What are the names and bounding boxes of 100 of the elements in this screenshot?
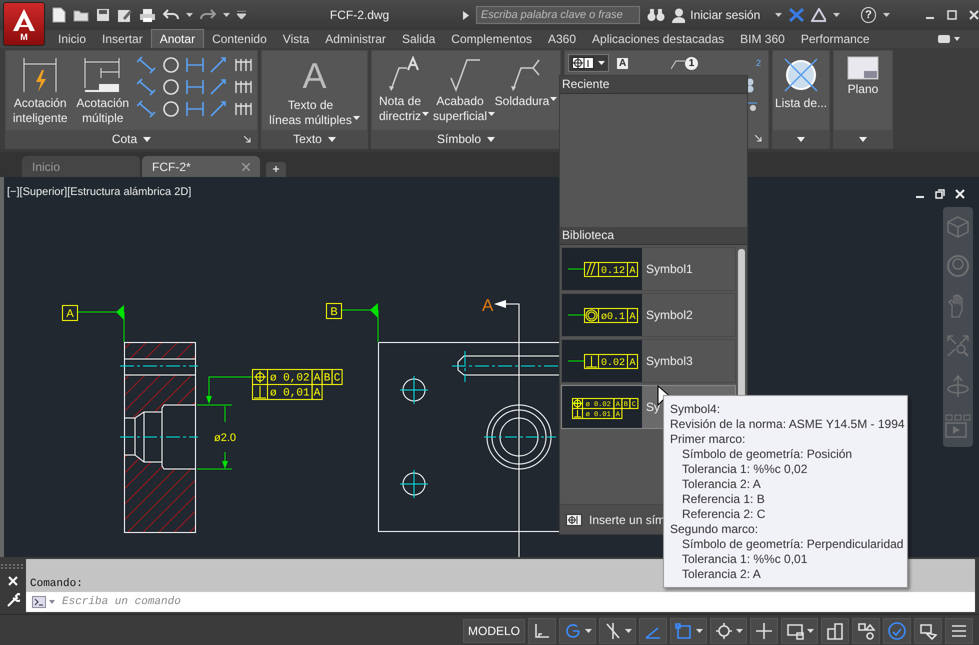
- restore-icon[interactable]: [935, 189, 945, 199]
- dimension-tool-icon[interactable]: [209, 100, 229, 118]
- viewport-controls-label[interactable]: [−][Superior][Estructura alámbrica 2D]: [7, 186, 192, 198]
- caret-icon[interactable]: [797, 136, 805, 142]
- dimension-tool-icon[interactable]: [233, 78, 253, 96]
- status-toggle-button[interactable]: [639, 618, 667, 644]
- grid-toggle-icon[interactable]: [532, 621, 552, 641]
- caret-icon[interactable]: [807, 628, 814, 634]
- caret-icon[interactable]: [775, 12, 782, 18]
- search-field[interactable]: Escriba palabra clave o frase: [476, 6, 640, 24]
- status-toggle-button[interactable]: [852, 618, 880, 644]
- user-icon[interactable]: [672, 8, 686, 22]
- status-toggle-button[interactable]: [670, 618, 707, 644]
- dialog-launcher-icon[interactable]: [244, 136, 251, 143]
- text-style-icon[interactable]: A: [617, 58, 628, 68]
- symbol-tool-button[interactable]: Nota de directriz: [376, 54, 432, 126]
- ribbon-tab[interactable]: Vista: [274, 30, 318, 48]
- wrench-icon[interactable]: [6, 593, 20, 608]
- ribbon-tab[interactable]: Contenido: [204, 30, 275, 48]
- tolerance-symbol-button[interactable]: [568, 54, 609, 72]
- status-toggle-button[interactable]: [599, 618, 636, 644]
- balloon-tool-button[interactable]: 1: [670, 56, 698, 70]
- dimension-tool-icon[interactable]: [137, 56, 157, 74]
- status-toggle-button[interactable]: [914, 618, 942, 644]
- caret-icon[interactable]: [832, 12, 840, 18]
- panel-title[interactable]: Símbolo: [436, 132, 482, 146]
- status-toggle-button[interactable]: [559, 618, 596, 644]
- sign-in-link[interactable]: Iniciar sesión: [690, 8, 760, 22]
- expand-arrow-icon[interactable]: [463, 10, 469, 20]
- dimension-tool-icon[interactable]: [137, 100, 157, 118]
- dimension-tool-icon[interactable]: [233, 56, 253, 74]
- status-toggle-button[interactable]: [883, 618, 911, 644]
- new-file-icon[interactable]: [52, 7, 66, 23]
- shapes-toggle-icon[interactable]: [856, 621, 876, 641]
- caret-icon[interactable]: [736, 628, 743, 634]
- command-input-field[interactable]: Escriba un comando: [56, 592, 975, 612]
- dimension-tool-icon[interactable]: [161, 78, 181, 96]
- ribbon-tab[interactable]: BIM 360: [732, 30, 793, 48]
- caret-icon[interactable]: [859, 136, 867, 142]
- dimension-tool-icon[interactable]: [185, 100, 205, 118]
- caret-icon[interactable]: [883, 12, 890, 18]
- symbol-tool-button[interactable]: Soldadura: [496, 54, 556, 111]
- smart-dimension-button[interactable]: Acotación inteligente: [10, 54, 70, 128]
- ribbon-tab[interactable]: Inicio: [50, 30, 94, 48]
- caret-icon[interactable]: [625, 628, 632, 634]
- ribbon-tab[interactable]: Complementos: [443, 30, 540, 48]
- multiline-text-button[interactable]: A Texto de líneas múltiples: [266, 54, 363, 130]
- status-toggle-button[interactable]: [750, 618, 778, 644]
- print-icon[interactable]: [139, 8, 156, 22]
- save-as-icon[interactable]: [117, 8, 132, 22]
- gear-toggle-icon[interactable]: [714, 621, 734, 641]
- caret-icon[interactable]: [328, 136, 336, 142]
- dimension-tool-icon[interactable]: [161, 56, 181, 74]
- workspace-toggle-icon[interactable]: [785, 621, 805, 641]
- ribbon-tab[interactable]: A360: [540, 30, 584, 48]
- isolate-toggle-icon[interactable]: [825, 621, 845, 641]
- sheet-button[interactable]: Plano: [838, 54, 888, 99]
- grip-icon[interactable]: [1, 564, 25, 569]
- tolerance-frame-icon[interactable]: [566, 514, 582, 526]
- file-tab[interactable]: FCF-2*: [142, 156, 260, 177]
- symbol-list-item[interactable]: 0.02 A Symbol3: [561, 339, 736, 383]
- help-button[interactable]: ?: [860, 7, 876, 23]
- symbol-list-item[interactable]: 0.12 A Symbol1: [561, 247, 736, 291]
- hardware-toggle-icon[interactable]: [918, 621, 938, 641]
- caret-icon[interactable]: [223, 12, 230, 18]
- maximize-icon[interactable]: [947, 10, 958, 20]
- plus-toggle-icon[interactable]: [754, 621, 774, 641]
- caret-icon[interactable]: [696, 628, 703, 634]
- ribbon-tab[interactable]: Administrar: [317, 30, 394, 48]
- status-toggle-button[interactable]: [821, 618, 849, 644]
- undo-icon[interactable]: [163, 9, 179, 21]
- dialog-launcher-icon[interactable]: [755, 135, 762, 142]
- ribbon-tab[interactable]: Aplicaciones destacadas: [584, 30, 732, 48]
- clean-toggle-icon[interactable]: [887, 621, 907, 641]
- status-toggle-button[interactable]: [710, 618, 747, 644]
- x-logo-icon[interactable]: [789, 8, 804, 22]
- new-tab-button[interactable]: +: [266, 162, 286, 177]
- ribbon-options-icon[interactable]: [937, 34, 961, 44]
- ribbon-tab[interactable]: Anotar: [150, 29, 204, 48]
- caret-icon[interactable]: [487, 136, 496, 142]
- application-menu-button[interactable]: M: [3, 2, 45, 46]
- multiple-dimension-button[interactable]: Acotación múltiple: [72, 54, 133, 128]
- caret-icon[interactable]: [186, 12, 193, 18]
- redo-icon[interactable]: [200, 9, 216, 21]
- dimension-tool-icon[interactable]: [209, 56, 229, 74]
- model-space-button[interactable]: MODELO: [462, 619, 525, 643]
- dimension-tool-icon[interactable]: [185, 78, 205, 96]
- status-toggle-button[interactable]: [528, 618, 556, 644]
- caret-icon[interactable]: [143, 136, 152, 142]
- symbol-tool-button[interactable]: Acabado superficial: [434, 54, 494, 126]
- save-icon[interactable]: [96, 8, 110, 22]
- dimension-tool-icon[interactable]: [233, 100, 253, 118]
- customize-caret-icon[interactable]: [237, 11, 246, 19]
- status-toggle-button[interactable]: [945, 618, 973, 644]
- binoculars-icon[interactable]: [647, 8, 665, 22]
- caret-icon[interactable]: [585, 628, 592, 634]
- panel-title[interactable]: Cota: [112, 132, 138, 146]
- dimension-tool-icon[interactable]: [161, 100, 181, 118]
- symbol-list-item[interactable]: ø0.1 A Symbol2: [561, 293, 736, 337]
- polar-toggle-icon[interactable]: [563, 621, 583, 641]
